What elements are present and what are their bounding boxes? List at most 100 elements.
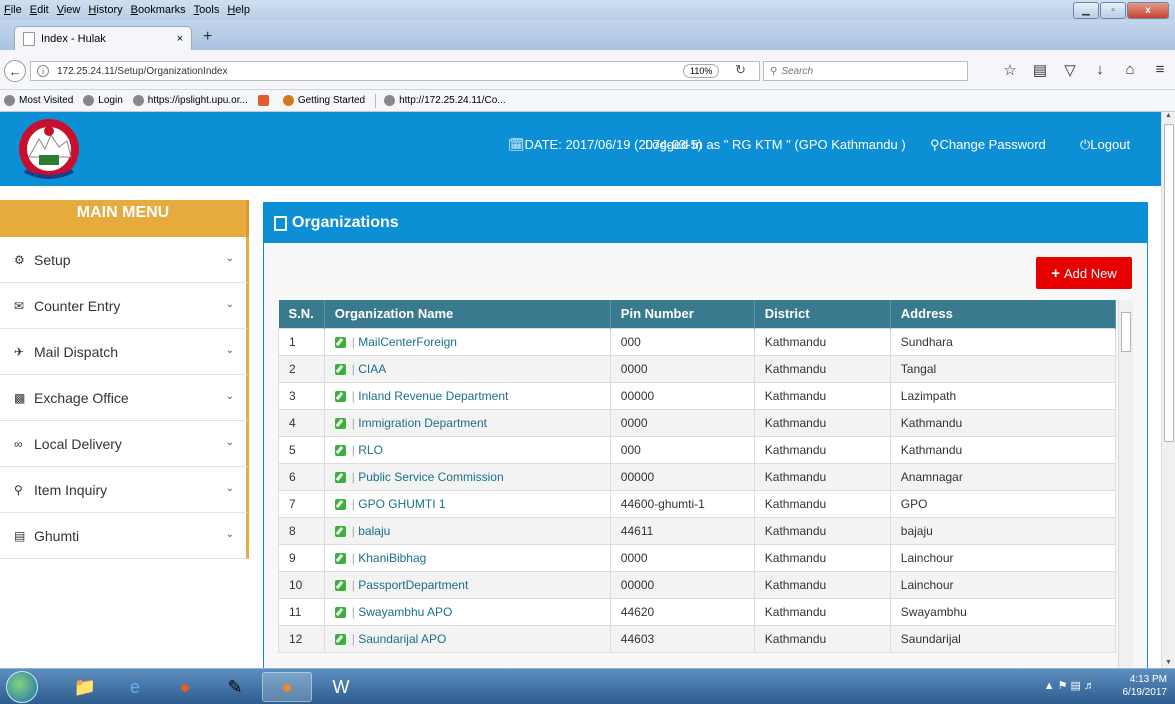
table-row[interactable]: 12 | Saundarijal APO 44603 Kathmandu Saundar… [278, 624, 1117, 653]
system-clock[interactable]: 4:13 PM 6/19/2017 [1123, 673, 1168, 699]
cell-organization-name[interactable]: | Immigration Department [323, 408, 611, 437]
cell-organization-name[interactable]: | Inland Revenue Department [323, 381, 611, 410]
new-tab-button[interactable]: + [203, 28, 212, 46]
organization-link[interactable]: Public Service Commission [358, 470, 503, 484]
address-bar[interactable]: i 172.25.24.11/Setup/OrganizationIndex [30, 61, 760, 81]
organization-link[interactable]: Saundarijal APO [358, 632, 446, 646]
menu-file[interactable]: File [4, 4, 22, 16]
edit-icon[interactable] [334, 606, 346, 618]
edit-icon[interactable] [334, 633, 346, 645]
bookmark-ok[interactable] [257, 95, 273, 106]
column-header-organization-name[interactable]: Organization Name [324, 300, 611, 328]
explorer-icon[interactable]: 📁 [60, 672, 110, 702]
organization-link[interactable]: Immigration Department [358, 416, 487, 430]
edit-icon[interactable] [334, 444, 346, 456]
cell-organization-name[interactable]: | Swayambhu APO [323, 597, 611, 626]
organization-link[interactable]: RLO [358, 443, 383, 457]
edit-icon[interactable] [334, 390, 346, 402]
change-password-link[interactable]: ⚲Change Password [930, 137, 1046, 153]
column-header-address[interactable]: Address [890, 300, 1117, 328]
cell-organization-name[interactable]: | balaju [323, 516, 611, 545]
media-player-icon[interactable]: ● [160, 672, 210, 702]
table-row[interactable]: 11 | Swayambhu APO 44620 Kathmandu Swayambhu [278, 597, 1117, 626]
table-scrollbar[interactable] [1118, 300, 1133, 668]
logout-link[interactable]: ⏻Logout [1080, 137, 1130, 153]
tray-icons[interactable]: ▲ ⚑ ▤ ♬ [1044, 679, 1095, 692]
menu-tools[interactable]: Tools [194, 4, 220, 16]
menu-help[interactable]: Help [227, 4, 250, 16]
start-button[interactable] [6, 671, 38, 703]
menu-bookmarks[interactable]: Bookmarks [131, 4, 186, 16]
close-window-button[interactable]: x [1127, 2, 1169, 19]
maximize-button[interactable]: ▫ [1100, 2, 1126, 19]
add-new-button[interactable]: + Add New [1036, 257, 1132, 289]
edit-icon[interactable] [334, 363, 346, 375]
scroll-up-icon[interactable]: ▲ [1165, 112, 1172, 119]
organization-link[interactable]: KhaniBibhag [358, 551, 426, 565]
paint-icon[interactable]: ✎ [210, 672, 260, 702]
cell-organization-name[interactable]: | MailCenterForeign [323, 327, 611, 356]
internet-explorer-icon[interactable]: e [110, 672, 160, 702]
menu-edit[interactable]: Edit [30, 4, 49, 16]
organization-link[interactable]: Swayambhu APO [358, 605, 452, 619]
sidebar-item-setup[interactable]: ⚙ Setup ⌄ [0, 237, 249, 283]
bookmark-login[interactable]: Login [83, 95, 123, 106]
browser-tab[interactable]: Index - Hulak × [14, 26, 192, 50]
reload-icon[interactable]: ↻ [735, 62, 746, 78]
table-row[interactable]: 9 | KhaniBibhag 0000 Kathmandu Lainchour [278, 543, 1117, 572]
download-icon[interactable]: ↓ [1085, 61, 1115, 79]
search-input[interactable]: ⚲ Search [763, 61, 968, 81]
organization-link[interactable]: Inland Revenue Department [358, 389, 508, 403]
edit-icon[interactable] [334, 552, 346, 564]
bookmark-getting-started[interactable]: Getting Started [282, 95, 365, 106]
table-scroll-thumb[interactable] [1121, 312, 1131, 352]
page-scroll-thumb[interactable] [1164, 124, 1174, 442]
sidebar-item-item-inquiry[interactable]: ⚲ Item Inquiry ⌄ [0, 467, 249, 513]
organization-link[interactable]: MailCenterForeign [358, 335, 457, 349]
pocket-icon[interactable]: ▽ [1055, 61, 1085, 79]
scroll-down-icon[interactable]: ▼ [1165, 659, 1172, 666]
bookmark-local-site[interactable]: http://172.25.24.11/Co... [384, 95, 506, 106]
sidebar-item-mail-dispatch[interactable]: ✈ Mail Dispatch ⌄ [0, 329, 249, 375]
cell-organization-name[interactable]: | CIAA [323, 354, 611, 383]
info-icon[interactable]: i [37, 65, 49, 77]
home-icon[interactable]: ⌂ [1115, 61, 1145, 79]
firefox-taskbar-icon[interactable]: ● [262, 672, 312, 702]
edit-icon[interactable] [334, 417, 346, 429]
word-icon[interactable]: W [316, 672, 366, 702]
cell-organization-name[interactable]: | RLO [323, 435, 611, 464]
edit-icon[interactable] [334, 498, 346, 510]
sidebar-item-ghumti[interactable]: ▤ Ghumti ⌄ [0, 513, 249, 559]
column-header-pin-number[interactable]: Pin Number [610, 300, 755, 328]
cell-organization-name[interactable]: | KhaniBibhag [323, 543, 611, 572]
cell-organization-name[interactable]: | GPO GHUMTI 1 [323, 489, 611, 518]
bookmark-ipslight[interactable]: https://ipslight.upu.or... [132, 95, 248, 106]
minimize-button[interactable]: ▁ [1073, 2, 1099, 19]
edit-icon[interactable] [334, 471, 346, 483]
table-row[interactable]: 1 | MailCenterForeign 000 Kathmandu Sundhara [278, 327, 1117, 356]
sidebar-item-exchange-office[interactable]: ▩ Exchage Office ⌄ [0, 375, 249, 421]
table-row[interactable]: 10 | PassportDepartment 00000 Kathmandu Lain… [278, 570, 1117, 599]
table-row[interactable]: 4 | Immigration Department 0000 Kathmandu Ka… [278, 408, 1117, 437]
organization-link[interactable]: balaju [358, 524, 390, 538]
table-row[interactable]: 8 | balaju 44611 Kathmandu bajaju [278, 516, 1117, 545]
page-scrollbar[interactable]: ▲ ▼ [1161, 112, 1175, 668]
edit-icon[interactable] [334, 579, 346, 591]
table-row[interactable]: 6 | Public Service Commission 00000 Kathman… [278, 462, 1117, 491]
reading-list-icon[interactable]: ▤ [1025, 61, 1055, 79]
edit-icon[interactable] [334, 525, 346, 537]
table-row[interactable]: 5 | RLO 000 Kathmandu Kathmandu [278, 435, 1117, 464]
column-header-sn[interactable]: S.N. [278, 300, 325, 328]
cell-organization-name[interactable]: | Public Service Commission [323, 462, 611, 491]
bookmark-star-icon[interactable]: ☆ [995, 61, 1025, 79]
sidebar-item-local-delivery[interactable]: ∞ Local Delivery ⌄ [0, 421, 249, 467]
back-button[interactable]: ← [4, 60, 26, 82]
organization-link[interactable]: CIAA [358, 362, 386, 376]
tab-close-icon[interactable]: × [177, 33, 183, 45]
table-row[interactable]: 2 | CIAA 0000 Kathmandu Tangal [278, 354, 1117, 383]
table-row[interactable]: 3 | Inland Revenue Department 00000 Kathman… [278, 381, 1117, 410]
sidebar-item-counter-entry[interactable]: ✉ Counter Entry ⌄ [0, 283, 249, 329]
menu-view[interactable]: View [57, 4, 81, 16]
table-row[interactable]: 7 | GPO GHUMTI 1 44600-ghumti-1 Kathmandu GP… [278, 489, 1117, 518]
organization-link[interactable]: GPO GHUMTI 1 [358, 497, 445, 511]
